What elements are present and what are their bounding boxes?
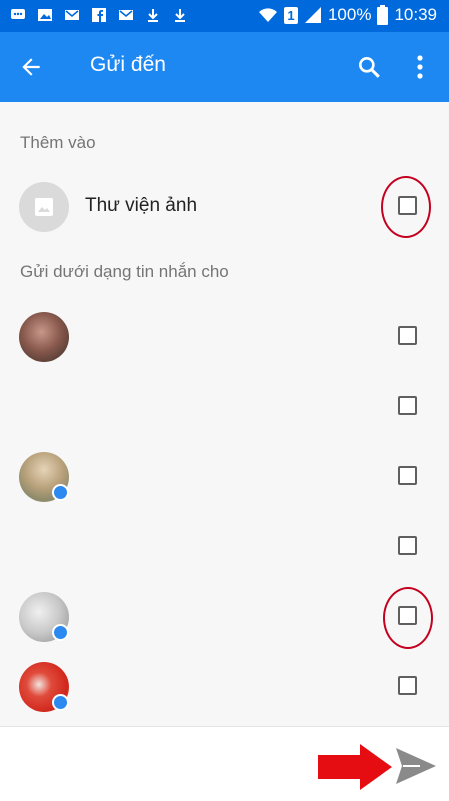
more-vert-icon[interactable] [410, 52, 430, 82]
red-arrow-icon [318, 744, 392, 790]
search-icon[interactable] [356, 54, 382, 80]
gmail-icon [119, 10, 133, 20]
annotation-circle [383, 587, 433, 649]
wifi-icon [258, 8, 277, 22]
battery-percent: 100% [327, 5, 372, 24]
battery-icon [377, 5, 389, 25]
section-header-add-to: Thêm vào [20, 133, 96, 152]
messenger-badge-icon [52, 484, 69, 501]
status-bar: 1 100% 10:39 [0, 0, 449, 32]
contact-row[interactable] [0, 442, 449, 512]
signal-icon [304, 7, 321, 23]
contact-checkbox[interactable] [398, 536, 417, 555]
send-icon[interactable] [394, 746, 438, 786]
contact-row[interactable] [0, 372, 449, 442]
contact-row[interactable] [0, 582, 449, 652]
messenger-badge-icon [52, 694, 69, 711]
contact-checkbox[interactable] [398, 396, 417, 415]
contact-row[interactable] [0, 512, 449, 582]
arrow-back-icon[interactable] [18, 54, 44, 80]
contact-checkbox[interactable] [398, 676, 417, 695]
gmail-icon [65, 10, 79, 20]
chat-icon [11, 9, 25, 19]
section-header-send-as-message: Gửi dưới dạng tin nhắn cho [20, 262, 229, 281]
notification-icons [10, 7, 188, 23]
image-icon [35, 198, 53, 216]
facebook-icon [92, 8, 106, 22]
contact-avatar [19, 312, 69, 362]
gallery-avatar [19, 182, 69, 232]
download-icon [148, 9, 158, 22]
download-icon [175, 9, 185, 22]
system-status: 1 100% 10:39 [258, 5, 437, 25]
gallery-label: Thư viện ảnh [85, 195, 198, 216]
messenger-badge-icon [52, 624, 69, 641]
sim-slot-badge: 1 [283, 6, 298, 24]
contact-row[interactable] [0, 302, 449, 372]
annotation-circle [381, 176, 431, 238]
contact-checkbox[interactable] [398, 326, 417, 345]
image-icon [38, 9, 52, 21]
page-title: Gửi đến [90, 53, 166, 76]
app-bar: Gửi đến [0, 32, 449, 102]
clock: 10:39 [394, 5, 437, 24]
contact-row[interactable] [0, 652, 449, 722]
contact-checkbox[interactable] [398, 466, 417, 485]
